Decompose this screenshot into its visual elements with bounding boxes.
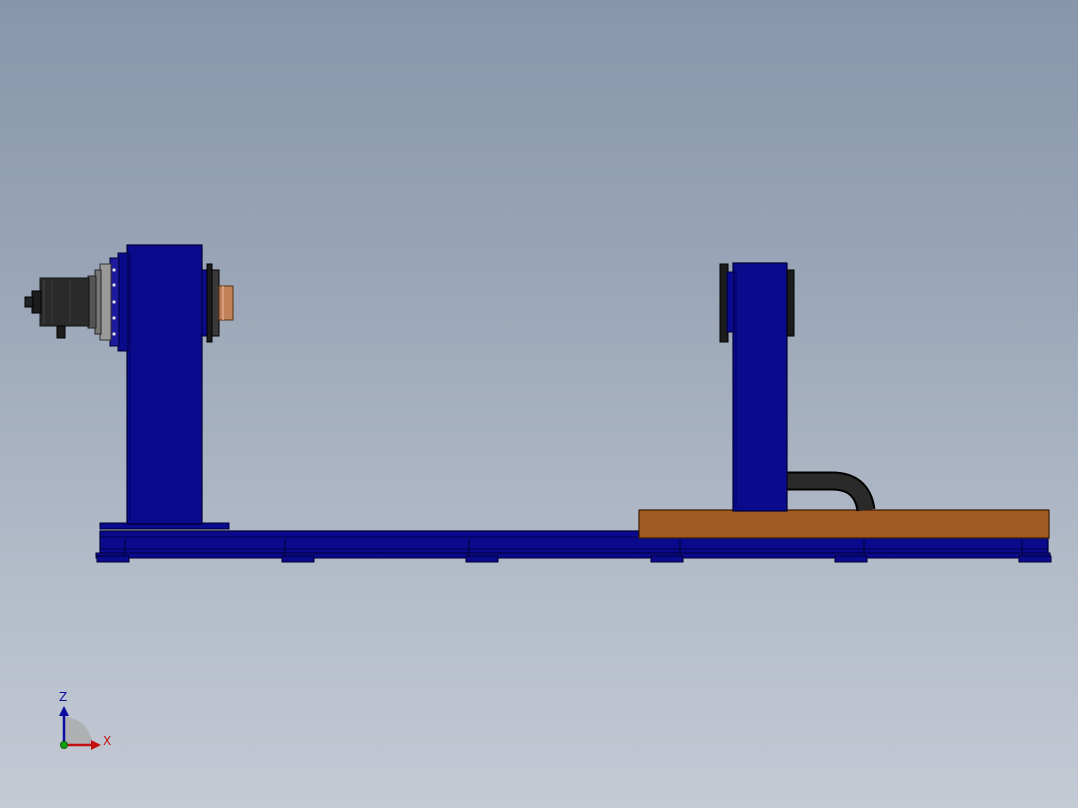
tailstock-column[interactable] (732, 262, 788, 512)
servo-motor[interactable] (24, 277, 90, 339)
faceplate[interactable] (201, 263, 234, 343)
gearbox[interactable] (87, 252, 129, 352)
slide-plate[interactable] (638, 509, 1050, 539)
triad-quadrant (64, 717, 92, 745)
x-axis-label: X (103, 734, 111, 748)
view-triad[interactable]: Z X (59, 690, 111, 750)
z-axis-label: Z (59, 690, 67, 704)
triad-origin (60, 741, 68, 749)
cable-hose (787, 471, 876, 512)
cad-3d-viewport[interactable]: Z X (0, 0, 1078, 808)
